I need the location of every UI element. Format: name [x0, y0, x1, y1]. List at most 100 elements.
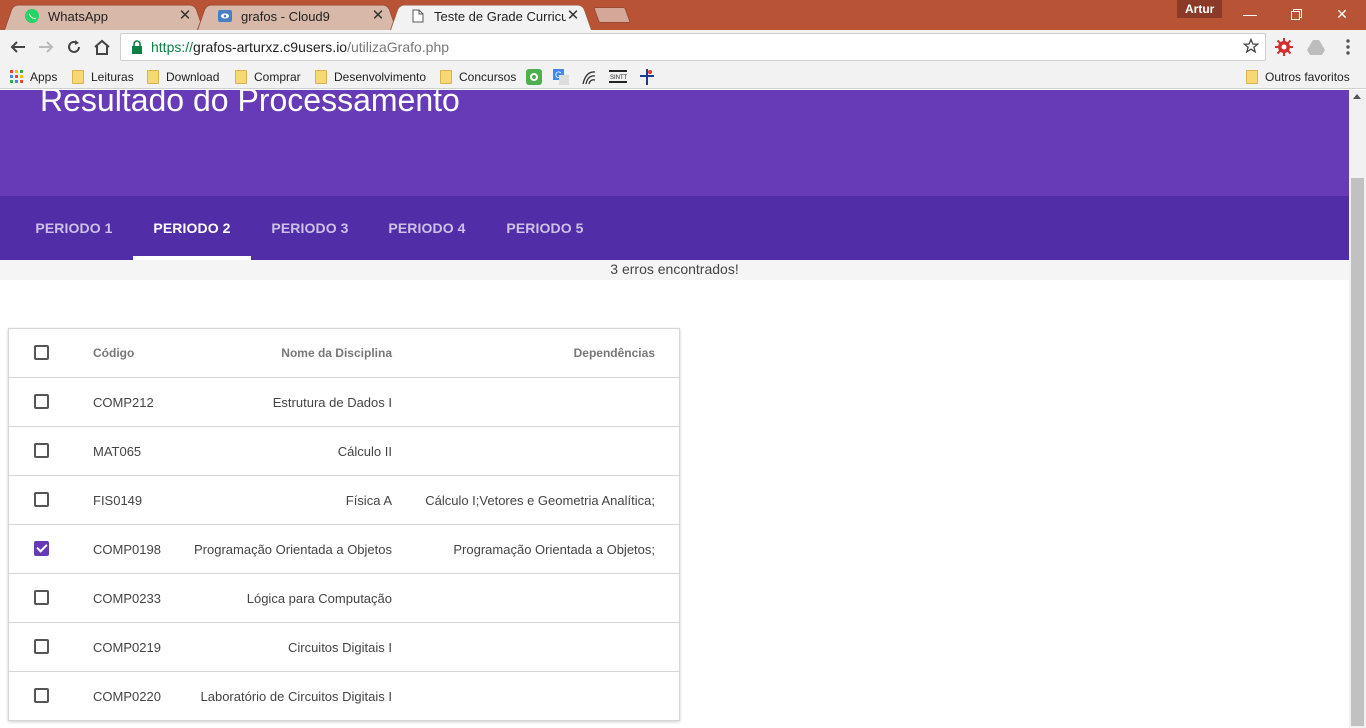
disciplines-table: Código Nome da Disciplina Dependências C…	[8, 328, 680, 721]
page-title: Resultado do Processamento	[40, 90, 460, 118]
table-row[interactable]: MAT065 Cálculo II	[9, 426, 679, 475]
row-checkbox-checked[interactable]	[34, 541, 49, 556]
select-all-checkbox[interactable]	[34, 345, 49, 360]
url-host: grafos-arturxz.c9users.io	[193, 39, 348, 55]
page-viewport: Resultado do Processamento PERIODO 1 PER…	[0, 90, 1349, 728]
vertical-scrollbar[interactable]	[1349, 90, 1366, 728]
tab-grade-curricular[interactable]: Teste de Grade Curricular ✕	[390, 2, 592, 30]
scrollbar-thumb[interactable]	[1351, 178, 1364, 726]
close-window-icon[interactable]: ✕	[1319, 0, 1365, 28]
table-row[interactable]: COMP212 Estrutura de Dados I	[9, 377, 679, 426]
row-checkbox[interactable]	[34, 590, 49, 605]
cell-name: Física A	[345, 492, 392, 508]
home-icon[interactable]	[90, 35, 114, 59]
menu-icon[interactable]	[1338, 37, 1358, 57]
cell-code: COMP0198	[93, 541, 161, 557]
folder-icon	[147, 69, 159, 84]
url-scheme: https://	[151, 39, 194, 55]
bookmark-sintt-icon[interactable]: SINTT	[609, 67, 627, 86]
tab-periodo-3[interactable]: PERIODO 3	[251, 196, 369, 260]
restore-icon[interactable]	[1273, 0, 1319, 28]
tab-cloud9[interactable]: grafos - Cloud9 ✕	[197, 2, 397, 30]
close-tab-icon[interactable]: ✕	[566, 8, 580, 23]
browser-toolbar: https://grafos-arturxz.c9users.io/utiliz…	[0, 30, 1366, 64]
whatsapp-icon	[24, 8, 40, 24]
table-row[interactable]: COMP0198 Programação Orientada a Objetos…	[9, 524, 679, 573]
row-checkbox[interactable]	[34, 492, 49, 507]
table-row[interactable]: COMP0219 Circuitos Digitais I	[9, 622, 679, 671]
minimize-icon[interactable]: —	[1227, 0, 1273, 28]
folder-icon	[440, 69, 452, 84]
tab-periodo-4[interactable]: PERIODO 4	[368, 196, 486, 260]
tab-title: grafos - Cloud9	[241, 8, 330, 24]
bookmark-folder-leituras[interactable]: Leituras	[72, 67, 134, 86]
scroll-up-arrow-icon[interactable]	[1353, 94, 1361, 99]
cell-name: Circuitos Digitais I	[287, 639, 392, 655]
bookmark-folder-download[interactable]: Download	[147, 67, 219, 86]
cell-name: Programação Orientada a Objetos	[194, 541, 392, 557]
column-header-name[interactable]: Nome da Disciplina	[281, 329, 392, 377]
cloud9-icon	[217, 8, 233, 24]
cell-code: COMP0233	[93, 590, 161, 606]
cell-code: COMP0219	[93, 639, 161, 655]
bookmark-apps[interactable]: Apps	[10, 67, 57, 86]
folder-icon	[1246, 69, 1258, 84]
row-checkbox[interactable]	[34, 394, 49, 409]
cell-code: MAT065	[93, 443, 142, 459]
bookmark-puzzle-icon[interactable]	[640, 67, 654, 86]
bookmark-label: Comprar	[254, 69, 301, 84]
bookmarks-bar: Apps Leituras Download Comprar Desenvolv…	[0, 64, 1366, 89]
close-tab-icon[interactable]: ✕	[371, 8, 385, 23]
bookmark-label: Outros favoritos	[1265, 69, 1350, 84]
folder-icon	[315, 69, 327, 84]
cell-name: Cálculo II	[337, 443, 392, 459]
bookmark-label: Download	[166, 69, 220, 84]
cell-dependencies: Programação Orientada a Objetos;	[453, 541, 655, 557]
bookmark-label: Apps	[30, 69, 58, 84]
row-checkbox[interactable]	[34, 688, 49, 703]
google-drive-icon[interactable]	[1306, 37, 1326, 57]
back-icon[interactable]	[6, 35, 30, 59]
cell-name: Laboratório de Circuitos Digitais I	[200, 688, 392, 704]
bookmark-folder-concursos[interactable]: Concursos	[440, 67, 516, 86]
column-header-dependencies[interactable]: Dependências	[574, 329, 655, 377]
apps-grid-icon	[10, 70, 23, 83]
tab-title: WhatsApp	[48, 8, 108, 24]
bookmark-folder-comprar[interactable]: Comprar	[235, 67, 301, 86]
tab-periodo-2[interactable]: PERIODO 2	[133, 196, 251, 260]
bookmark-label: Desenvolvimento	[334, 69, 427, 84]
table-row[interactable]: COMP0220 Laboratório de Circuitos Digita…	[9, 671, 679, 720]
table-row[interactable]: FIS0149 Física A Cálculo I;Vetores e Geo…	[9, 475, 679, 524]
page-header: Resultado do Processamento	[0, 90, 1349, 196]
cell-code: COMP212	[93, 394, 154, 410]
bookmark-folder-desenvolvimento[interactable]: Desenvolvimento	[315, 67, 426, 86]
page-icon	[410, 8, 426, 24]
column-header-code[interactable]: Código	[93, 329, 134, 377]
tab-periodo-1[interactable]: PERIODO 1	[15, 196, 133, 260]
row-checkbox[interactable]	[34, 443, 49, 458]
bookmark-star-icon[interactable]	[1242, 37, 1260, 57]
reload-icon[interactable]	[62, 35, 86, 59]
table-header-row: Código Nome da Disciplina Dependências	[9, 329, 679, 377]
url-path: /utilizaGrafo.php	[347, 39, 450, 55]
bookmark-translate-icon[interactable]: G	[553, 67, 569, 86]
cell-code: COMP0220	[93, 688, 161, 704]
tab-periodo-5[interactable]: PERIODO 5	[486, 196, 604, 260]
table-row[interactable]: COMP0233 Lógica para Computação	[9, 573, 679, 622]
address-bar[interactable]: https://grafos-arturxz.c9users.io/utiliz…	[120, 33, 1266, 61]
bookmark-arc-icon[interactable]	[581, 67, 597, 86]
tab-whatsapp[interactable]: WhatsApp ✕	[4, 2, 204, 30]
bookmark-green-site-icon[interactable]	[526, 67, 542, 86]
cell-code: FIS0149	[93, 492, 143, 508]
row-checkbox[interactable]	[34, 639, 49, 654]
cell-dependencies: Cálculo I;Vetores e Geometria Analítica;	[425, 492, 655, 508]
bookmark-label: Concursos	[459, 69, 517, 84]
extension-red-icon[interactable]	[1274, 37, 1294, 57]
folder-icon	[235, 69, 247, 84]
profile-badge[interactable]: Artur	[1177, 0, 1223, 18]
lock-icon	[132, 40, 142, 54]
forward-icon[interactable]	[34, 35, 58, 59]
bookmark-folder-outros-favoritos[interactable]: Outros favoritos	[1246, 67, 1350, 86]
new-tab-button[interactable]	[593, 7, 631, 23]
close-tab-icon[interactable]: ✕	[178, 8, 192, 23]
